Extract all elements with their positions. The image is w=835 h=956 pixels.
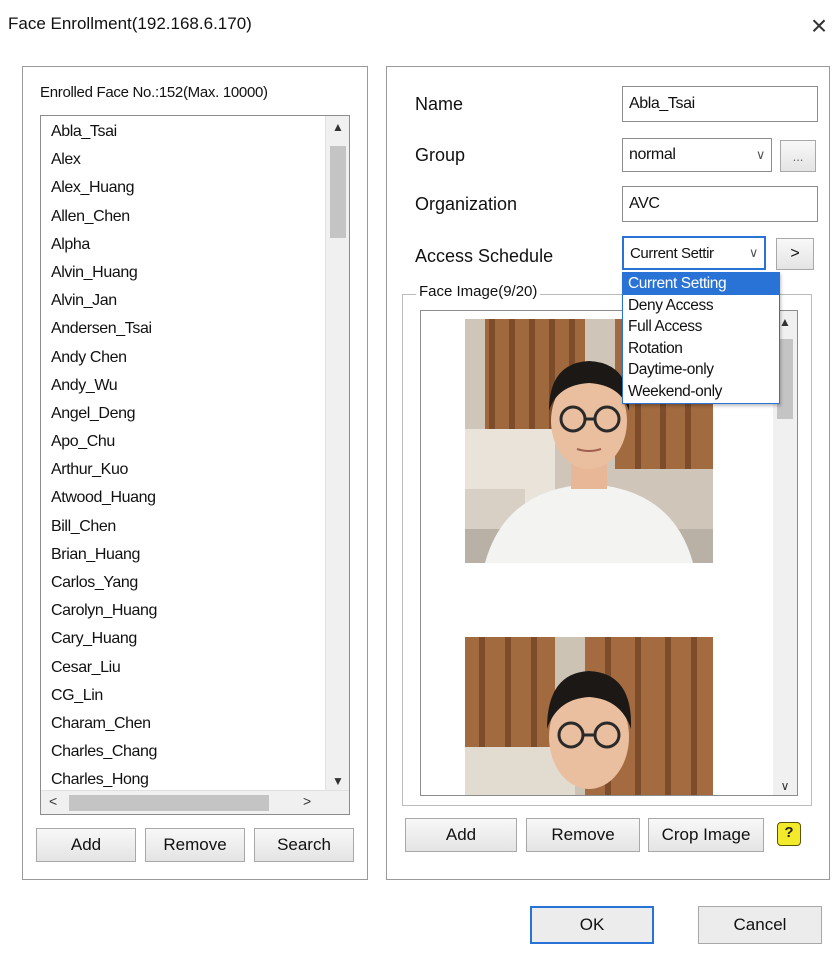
group-select-value: normal	[629, 146, 676, 163]
list-item[interactable]: Carlos_Yang	[51, 569, 313, 597]
search-button[interactable]: Search	[254, 828, 354, 862]
close-icon[interactable]: ×	[805, 6, 833, 46]
schedule-option[interactable]: Rotation	[623, 338, 779, 360]
list-item[interactable]: Cesar_Liu	[51, 654, 313, 682]
face-photo[interactable]	[465, 637, 713, 795]
add-image-button[interactable]: Add	[405, 818, 517, 852]
ok-button[interactable]: OK	[530, 906, 654, 944]
list-item[interactable]: Angel_Deng	[51, 400, 313, 428]
schedule-option[interactable]: Current Setting	[623, 273, 779, 295]
remove-image-button[interactable]: Remove	[526, 818, 640, 852]
list-item[interactable]: Charam_Chen	[51, 710, 313, 738]
name-label: Name	[415, 94, 464, 114]
scroll-thumb[interactable]	[330, 146, 346, 238]
scroll-down-icon[interactable]: ∨	[773, 779, 797, 793]
schedule-option[interactable]: Weekend-only	[623, 381, 779, 403]
face-image-label: Face Image(9/20)	[416, 283, 541, 300]
list-item[interactable]: Alvin_Huang	[51, 259, 313, 287]
list-item[interactable]: Charles_Chang	[51, 738, 313, 766]
add-face-button[interactable]: Add	[36, 828, 136, 862]
crop-image-button[interactable]: Crop Image	[648, 818, 764, 852]
access-schedule-select[interactable]: Current Settir ∨	[622, 236, 766, 270]
access-schedule-dropdown[interactable]: Current Setting Deny Access Full Access Rot…	[622, 272, 780, 404]
cancel-button[interactable]: Cancel	[698, 906, 822, 944]
window-title: Face Enrollment(192.168.6.170)	[8, 14, 252, 33]
list-item[interactable]: Alex	[51, 146, 313, 174]
list-horizontal-scrollbar[interactable]: < >	[41, 790, 349, 814]
list-item[interactable]: Apo_Chu	[51, 428, 313, 456]
access-schedule-label: Access Schedule	[415, 246, 554, 266]
list-vertical-scrollbar[interactable]: ▲ ▼	[325, 116, 349, 790]
name-input[interactable]: Abla_Tsai	[622, 86, 818, 122]
chevron-down-icon: ∨	[755, 147, 766, 162]
group-label: Group	[415, 145, 466, 165]
scroll-thumb[interactable]	[69, 795, 269, 811]
group-more-button[interactable]: ...	[780, 140, 816, 172]
list-item[interactable]: Carolyn_Huang	[51, 597, 313, 625]
list-item[interactable]: Andy Chen	[51, 344, 313, 372]
chevron-down-icon: ∨	[748, 245, 759, 260]
access-schedule-value: Current Settir	[630, 244, 714, 262]
schedule-option[interactable]: Deny Access	[623, 295, 779, 317]
organization-label: Organization	[415, 194, 518, 214]
face-list-items: Abla_Tsai Alex Alex_Huang Allen_Chen Alpha Al…	[51, 118, 313, 795]
scroll-left-icon[interactable]: <	[49, 793, 57, 809]
enrolled-count-label: Enrolled Face No.:152(Max. 10000)	[40, 84, 268, 101]
remove-face-button[interactable]: Remove	[145, 828, 245, 862]
list-item[interactable]: Cary_Huang	[51, 625, 313, 653]
help-icon[interactable]: ?	[777, 822, 801, 846]
schedule-next-button[interactable]: >	[776, 238, 814, 270]
list-item[interactable]: Brian_Huang	[51, 541, 313, 569]
scroll-up-icon[interactable]: ▲	[326, 120, 349, 134]
list-item[interactable]: Alex_Huang	[51, 174, 313, 202]
organization-input[interactable]: AVC	[622, 186, 818, 222]
group-select[interactable]: normal ∨	[622, 138, 772, 172]
list-item[interactable]: Bill_Chen	[51, 513, 313, 541]
schedule-option[interactable]: Daytime-only	[623, 359, 779, 381]
schedule-option[interactable]: Full Access	[623, 316, 779, 338]
list-item[interactable]: Alpha	[51, 231, 313, 259]
list-item[interactable]: Andersen_Tsai	[51, 315, 313, 343]
list-item[interactable]: Atwood_Huang	[51, 484, 313, 512]
scroll-down-icon[interactable]: ▼	[326, 774, 349, 788]
list-item[interactable]: CG_Lin	[51, 682, 313, 710]
list-item[interactable]: Arthur_Kuo	[51, 456, 313, 484]
enrolled-face-list[interactable]: Abla_Tsai Alex Alex_Huang Allen_Chen Alpha Al…	[40, 115, 350, 815]
list-item[interactable]: Andy_Wu	[51, 372, 313, 400]
scroll-right-icon[interactable]: >	[303, 793, 311, 809]
list-item[interactable]: Alvin_Jan	[51, 287, 313, 315]
list-item[interactable]: Abla_Tsai	[51, 118, 313, 146]
list-item[interactable]: Allen_Chen	[51, 203, 313, 231]
